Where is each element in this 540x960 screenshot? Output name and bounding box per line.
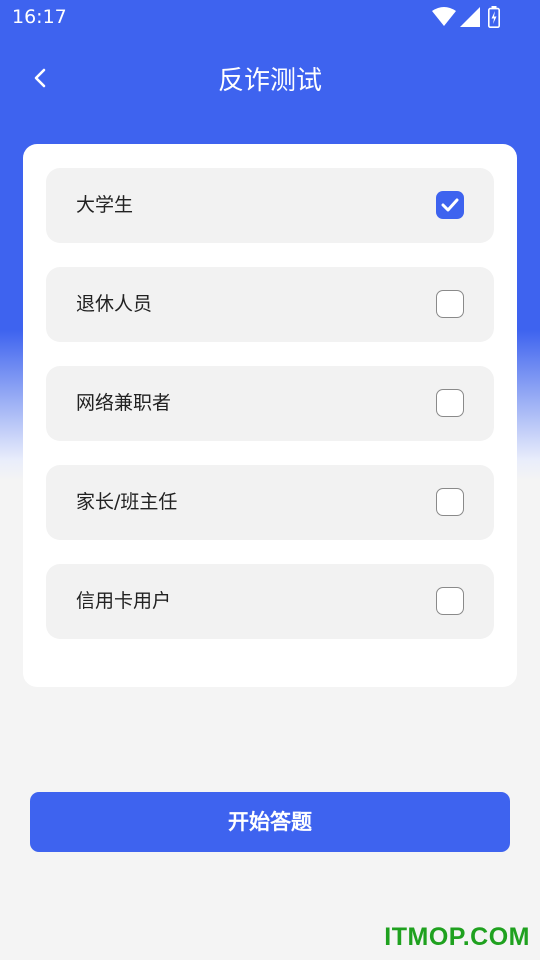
wifi-icon	[432, 7, 456, 31]
cellular-signal-icon	[460, 7, 480, 31]
checkbox-checked[interactable]	[436, 191, 464, 219]
option-label: 大学生	[76, 194, 134, 216]
checkbox-unchecked[interactable]	[436, 389, 464, 417]
option-row-credit-card-user[interactable]: 信用卡用户	[46, 564, 494, 639]
watermark: ITMOP.COM	[384, 923, 530, 951]
checkbox-unchecked[interactable]	[436, 488, 464, 516]
option-label: 信用卡用户	[76, 590, 172, 612]
start-quiz-button[interactable]: 开始答题	[30, 792, 510, 852]
option-row-online-part-timer[interactable]: 网络兼职者	[46, 366, 494, 441]
status-bar: 16:17	[0, 0, 540, 34]
status-icons	[432, 6, 500, 29]
status-time: 16:17	[12, 6, 67, 28]
option-row-college-student[interactable]: 大学生	[46, 168, 494, 243]
battery-charging-icon	[488, 6, 500, 32]
option-card: 大学生 退休人员 网络兼职者 家长/班主任 信用卡用户	[23, 144, 517, 687]
option-row-retirees[interactable]: 退休人员	[46, 267, 494, 342]
checkbox-unchecked[interactable]	[436, 290, 464, 318]
option-label: 家长/班主任	[76, 491, 178, 513]
app-header: 反诈测试	[0, 44, 540, 114]
option-label: 网络兼职者	[76, 392, 172, 414]
page-title: 反诈测试	[217, 66, 322, 96]
checkbox-unchecked[interactable]	[436, 587, 464, 615]
option-label: 退休人员	[76, 293, 153, 315]
option-row-parent-teacher[interactable]: 家长/班主任	[46, 465, 494, 540]
